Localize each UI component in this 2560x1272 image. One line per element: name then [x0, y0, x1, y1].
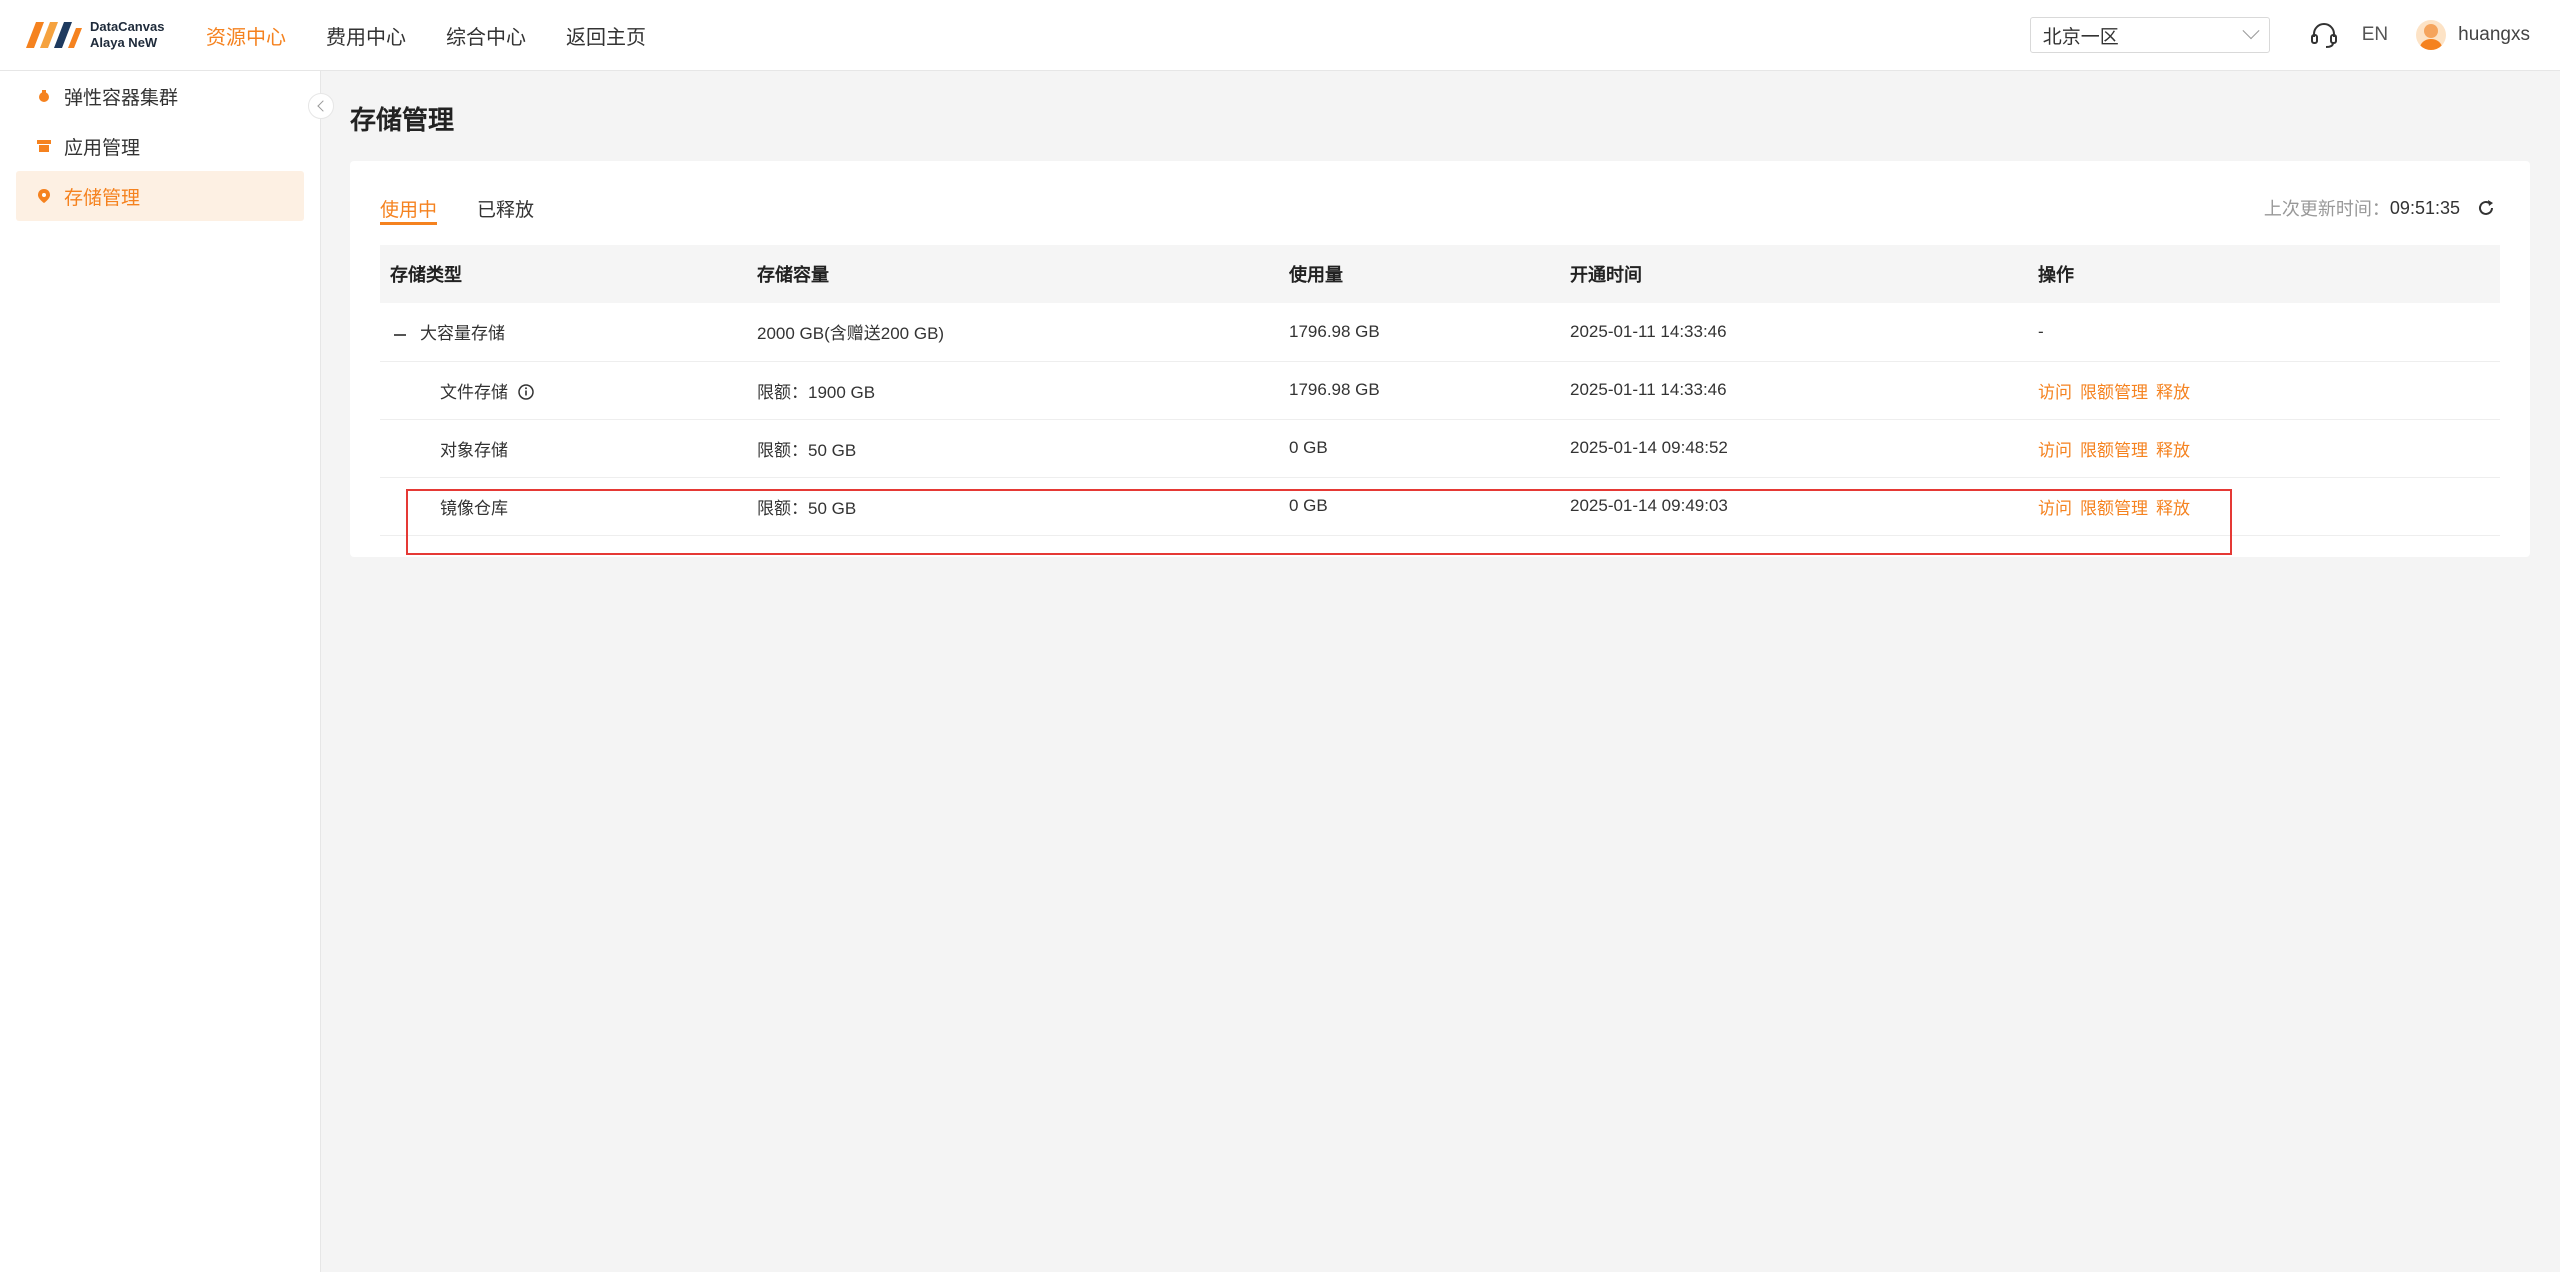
quota-management-link[interactable]: 限额管理: [2080, 499, 2148, 518]
cell-ops: 访问 限额管理 释放: [2028, 419, 2500, 478]
logo-line-1: DataCanvas: [90, 19, 165, 34]
cell-type: 文件存储: [380, 361, 747, 420]
cell-type-text: 大容量存储: [420, 324, 505, 344]
cell-ops: 访问 限额管理 释放: [2028, 477, 2500, 536]
storage-icon: [38, 189, 50, 203]
visit-link[interactable]: 访问: [2038, 383, 2072, 402]
region-select[interactable]: 北京一区: [2029, 17, 2270, 53]
storage-panel: 使用中 已释放 上次更新时间： 09:51:35 存储类型 存储容量 使用量 开…: [350, 161, 2530, 557]
sidebar-item-label: 弹性容器集群: [64, 87, 179, 109]
header-storage-type: 存储类型: [380, 245, 747, 303]
header-operations: 操作: [2028, 245, 2500, 303]
table-header-row: 存储类型 存储容量 使用量 开通时间 操作: [380, 245, 2500, 303]
visit-link[interactable]: 访问: [2038, 441, 2072, 460]
cell-type-text: 文件存储: [440, 382, 508, 402]
logo-line-2: Alaya NeW: [90, 35, 158, 50]
cell-ops: -: [2028, 303, 2500, 362]
logo-icon: [26, 22, 82, 48]
cell-usage: 0 GB: [1279, 419, 1560, 478]
last-update-label: 上次更新时间：: [2263, 199, 2390, 219]
cell-time: 2025-01-11 14:33:46: [1560, 361, 2028, 420]
cell-ops: 访问 限额管理 释放: [2028, 361, 2500, 420]
cell-capacity: 限额：50 GB: [747, 477, 1279, 536]
nav-resource-center[interactable]: 资源中心: [206, 21, 286, 50]
cell-capacity: 限额：50 GB: [747, 419, 1279, 478]
cell-time: 2025-01-14 09:49:03: [1560, 477, 2028, 536]
cell-time: 2025-01-11 14:33:46: [1560, 303, 2028, 362]
cell-usage: 0 GB: [1279, 477, 1560, 536]
table-row: 对象存储 限额：50 GB 0 GB 2025-01-14 09:48:52 访…: [380, 419, 2500, 478]
header-usage: 使用量: [1279, 245, 1560, 303]
chevron-left-icon: [316, 100, 329, 112]
headset-support-icon[interactable]: [2308, 19, 2340, 51]
cluster-icon: [39, 90, 49, 102]
table-row: 大容量存储 2000 GB(含赠送200 GB) 1796.98 GB 2025…: [380, 303, 2500, 362]
nav-billing-center[interactable]: 费用中心: [326, 21, 406, 50]
sidebar-item-app-management[interactable]: 应用管理: [16, 121, 304, 171]
cell-time: 2025-01-14 09:48:52: [1560, 419, 2028, 478]
logo-text: DataCanvas Alaya NeW: [90, 19, 164, 51]
app-icon: [37, 140, 51, 152]
refresh-icon[interactable]: [2476, 198, 2496, 218]
username[interactable]: huangxs: [2458, 24, 2530, 46]
visit-link[interactable]: 访问: [2038, 499, 2072, 518]
sidebar-collapse-button[interactable]: [308, 93, 334, 119]
logo[interactable]: DataCanvas Alaya NeW: [26, 19, 171, 51]
sidebar-item-label: 应用管理: [64, 137, 141, 159]
sidebar-item-label: 存储管理: [64, 187, 141, 209]
release-link[interactable]: 释放: [2156, 441, 2190, 460]
region-select-value: 北京一区: [2042, 26, 2119, 48]
sidebar: 弹性容器集群 应用管理 存储管理: [0, 71, 321, 1272]
release-link[interactable]: 释放: [2156, 383, 2190, 402]
cell-type: 镜像仓库: [380, 477, 747, 536]
cell-type: 大容量存储: [380, 303, 747, 362]
nav-general-center[interactable]: 综合中心: [446, 21, 526, 50]
release-link[interactable]: 释放: [2156, 499, 2190, 518]
quota-management-link[interactable]: 限额管理: [2080, 441, 2148, 460]
page-title: 存储管理: [350, 105, 455, 135]
info-icon[interactable]: [517, 383, 535, 401]
cell-usage: 1796.98 GB: [1279, 303, 1560, 362]
cell-capacity: 限额：1900 GB: [747, 361, 1279, 420]
cell-type: 对象存储: [380, 419, 747, 478]
collapse-minus-icon[interactable]: [394, 333, 406, 336]
avatar[interactable]: [2416, 20, 2447, 50]
topbar-right: 北京一区 EN huangxs: [2029, 17, 2530, 53]
cell-usage: 1796.98 GB: [1279, 361, 1560, 420]
storage-table: 存储类型 存储容量 使用量 开通时间 操作 大容量存储 2000 GB(含赠送2…: [380, 245, 2500, 536]
last-update-time: 09:51:35: [2389, 197, 2460, 218]
tab-released[interactable]: 已释放: [477, 185, 534, 225]
quota-management-link[interactable]: 限额管理: [2080, 383, 2148, 402]
table-row: 镜像仓库 限额：50 GB 0 GB 2025-01-14 09:49:03 访…: [380, 477, 2500, 536]
sidebar-item-elastic-cluster[interactable]: 弹性容器集群: [16, 71, 304, 121]
tab-in-use[interactable]: 使用中: [380, 185, 438, 225]
top-navigation-bar: DataCanvas Alaya NeW 资源中心 费用中心 综合中心 返回主页…: [0, 0, 2560, 71]
header-open-time: 开通时间: [1560, 245, 2028, 303]
chevron-down-icon: [2242, 22, 2260, 40]
table-row: 文件存储 限额：1900 GB 1796.98 GB 2025-01-11 14…: [380, 361, 2500, 420]
nav-back-home[interactable]: 返回主页: [566, 21, 646, 50]
tabs: 使用中 已释放: [380, 185, 574, 225]
main-nav: 资源中心 费用中心 综合中心 返回主页: [206, 21, 686, 50]
sidebar-item-storage-management[interactable]: 存储管理: [16, 171, 304, 221]
header-capacity: 存储容量: [747, 245, 1279, 303]
last-update: 上次更新时间： 09:51:35: [2264, 195, 2496, 221]
language-switch[interactable]: EN: [2362, 24, 2388, 46]
cell-capacity: 2000 GB(含赠送200 GB): [747, 303, 1279, 362]
